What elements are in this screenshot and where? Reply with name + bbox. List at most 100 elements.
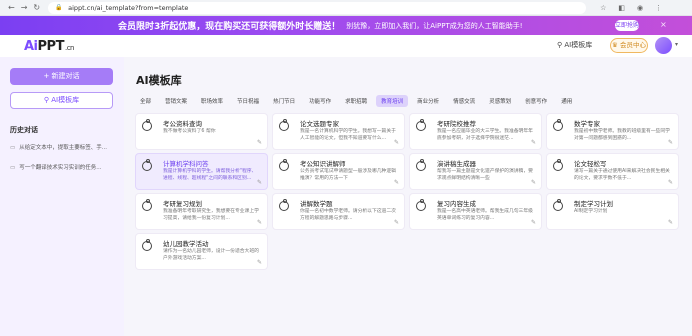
card-desc: AI制定学习计划: [574, 209, 608, 214]
edit-icon[interactable]: ✎: [394, 139, 399, 146]
card-title: 考公资料查询: [163, 120, 202, 128]
template-card[interactable]: 考公知识讲解师 公务员考试笔试申请题型一般涉及哪几种逻辑推演？常用的方法一下 ✎: [273, 154, 404, 189]
template-card[interactable]: 演讲稿生成器 帮我写一篇主题是文化遗产保护的演讲稿，要求观点鲜明结构清晰一些 ✎: [410, 154, 541, 189]
template-card[interactable]: 数学专家 我是初中数学老师。我教的班级里有一些同学对第一问题都感到困惑的... ✎: [547, 114, 678, 149]
template-card[interactable]: 幼儿园教学活动 请作为一名幼儿园老师，设计一份适合大班的户外游戏活动方案... ✎: [136, 234, 267, 269]
tab-category[interactable]: 节日祝福: [232, 95, 264, 107]
edit-icon[interactable]: ✎: [257, 139, 262, 146]
card-desc: 公务员考试笔试申请题型一般涉及哪几种逻辑推演？常用的方法一下: [300, 169, 396, 181]
chevron-down-icon[interactable]: ▾: [675, 41, 678, 48]
card-desc: 我是计算机学科的学生。请帮我分析"程序、进程、线程、超线程"之间的联系和区别..…: [163, 169, 257, 181]
card-desc: 我不做考公资料了6 帮你: [163, 129, 216, 134]
card-title: 数学专家: [574, 120, 600, 128]
avatar[interactable]: [655, 37, 672, 54]
template-lib-button[interactable]: ⚲ AI模板库: [10, 92, 113, 109]
card-title: 讲解数学题: [300, 200, 333, 208]
card-title: 论文轻松写: [574, 160, 607, 168]
history-item-text: 写一个翻译技术实习实训的任务...: [19, 165, 102, 171]
template-card[interactable]: 考公资料查询 我不做考公资料了6 帮你 ✎: [136, 114, 267, 149]
template-card[interactable]: 论文轻松写 请写一篇关于通过使用AI来解决社会民生相关的论文，要求字数不低于...…: [547, 154, 678, 189]
template-lib-label: AI模板库: [51, 96, 80, 104]
tab-category[interactable]: 营销文案: [160, 95, 192, 107]
extension-icon[interactable]: ◧: [618, 0, 625, 16]
edit-icon[interactable]: ✎: [531, 219, 536, 226]
template-card[interactable]: 计算机学科问答 我是计算机学科的学生。请帮我分析"程序、进程、线程、超线程"之间的…: [136, 154, 267, 189]
chat-icon: ▭: [10, 145, 16, 151]
card-desc: 我是一名高中英语老师。帮我生成几句三年级英语单词练习的复习内容...: [437, 209, 533, 221]
robot-icon: [279, 119, 289, 131]
card-title: 演讲稿生成器: [437, 160, 476, 168]
edit-icon[interactable]: ✎: [668, 219, 673, 226]
tab-category[interactable]: 创意写作: [520, 95, 552, 107]
tab-category[interactable]: 热门节日: [268, 95, 300, 107]
edit-icon[interactable]: ✎: [394, 179, 399, 186]
reload-icon[interactable]: ↻: [33, 0, 40, 16]
browser-actions: ☆ ◧ ◉ ⋮: [600, 0, 662, 16]
history-item[interactable]: ▭ 从给定文本中，提取主要标签、手...: [10, 143, 120, 151]
banner-sub: 别犹豫，立即加入我们，让AiPPT成为您的人工智能助手!: [346, 21, 523, 30]
star-icon[interactable]: ☆: [600, 0, 606, 16]
edit-icon[interactable]: ✎: [668, 139, 673, 146]
template-card[interactable]: 考研院校推荐 我是一名应届毕业的大三学生。我准备明年年底参加考研，对于选择学院很迷…: [410, 114, 541, 149]
template-card[interactable]: 论文选题专家 我是一名计算机科学的学生。我想写一篇关于人工智能的论文，但我不知道要…: [273, 114, 404, 149]
vip-center-button[interactable]: ♛ 会员中心: [610, 38, 648, 53]
robot-icon: [416, 159, 426, 171]
template-card[interactable]: 讲解数学题 你是一名初中数学老师。请分析以下这道二次方程的解题思路与步骤... ✎: [273, 194, 404, 229]
browser-nav: ← → ↻: [8, 0, 40, 16]
tab-category[interactable]: 教育培训: [376, 95, 409, 107]
robot-icon: [553, 199, 563, 211]
address-bar[interactable]: 🔒 aippt.cn/ai_template?from=template: [48, 1, 587, 14]
robot-icon: [553, 159, 563, 171]
tab-category[interactable]: 情感交流: [448, 95, 480, 107]
edit-icon[interactable]: ✎: [668, 179, 673, 186]
logo-ai: Ai: [24, 39, 38, 54]
card-desc: 请作为一名幼儿园老师，设计一份适合大班的户外游戏活动方案...: [163, 249, 259, 261]
tab-category[interactable]: 商业分析: [412, 95, 444, 107]
main-area: AI模板库 全部 营销文案 职场效率 节日祝福 热门节日 功能写作 求职招聘 教育培训 商业分析…: [124, 57, 692, 336]
robot-icon: [279, 199, 289, 211]
browser-bar: ← → ↻ 🔒 aippt.cn/ai_template?from=templat…: [0, 0, 692, 16]
edit-icon[interactable]: ✎: [394, 219, 399, 226]
buy-button[interactable]: 立即抢购: [615, 20, 639, 31]
edit-icon[interactable]: ✎: [531, 139, 536, 146]
back-icon[interactable]: ←: [8, 0, 15, 16]
logo-ppt: PPT: [37, 39, 65, 54]
tab-category[interactable]: 职场效率: [196, 95, 228, 107]
forward-icon[interactable]: →: [21, 0, 28, 16]
template-card[interactable]: 制定学习计划 AI制定学习计划 ✎: [547, 194, 678, 229]
logo[interactable]: AiPPT.cn: [24, 39, 74, 54]
profile-icon[interactable]: ◉: [637, 0, 643, 16]
top-bar: AiPPT.cn ⚲ AI模板库 ♛ 会员中心 ▾: [0, 35, 692, 57]
edit-icon[interactable]: ✎: [531, 179, 536, 186]
history-title: 历史对话: [10, 126, 38, 134]
tab-category[interactable]: 求职招聘: [340, 95, 372, 107]
robot-icon: [142, 159, 152, 171]
new-chat-button[interactable]: + 新建对话: [10, 68, 113, 85]
tab-category[interactable]: 全部: [135, 95, 156, 107]
category-tabs: 全部 营销文案 职场效率 节日祝福 热门节日 功能写作 求职招聘 教育培训 商业分析 情感交流 灵感…: [135, 95, 581, 107]
menu-icon[interactable]: ⋮: [655, 0, 662, 16]
tab-category[interactable]: 通用: [556, 95, 577, 107]
card-title: 幼儿园教学活动: [163, 240, 209, 248]
history-item[interactable]: ▭ 写一个翻译技术实习实训的任务...: [10, 163, 120, 171]
card-title: 考公知识讲解师: [300, 160, 346, 168]
edit-icon[interactable]: ✎: [257, 259, 262, 266]
template-card[interactable]: 考研复习规划 我准备明年考取研究生，我想要在专业课上学习提高，请给我一份复习计划.…: [136, 194, 267, 229]
close-icon[interactable]: ×: [660, 20, 667, 29]
tab-category[interactable]: 功能写作: [304, 95, 336, 107]
tab-category[interactable]: 灵感策划: [484, 95, 516, 107]
card-desc: 我是一名计算机科学的学生。我想写一篇关于人工智能的论文，但我不知道要写什么...: [300, 129, 396, 141]
edit-icon[interactable]: ✎: [257, 219, 262, 226]
robot-icon: [416, 119, 426, 131]
card-title: 制定学习计划: [574, 200, 613, 208]
card-title: 计算机学科问答: [163, 160, 209, 168]
crown-icon: ♛: [612, 41, 620, 49]
card-title: 考研复习规划: [163, 200, 202, 208]
sidebar: + 新建对话 ⚲ AI模板库 历史对话 ▭ 从给定文本中，提取主要标签、手... …: [0, 57, 124, 336]
robot-icon: [553, 119, 563, 131]
logo-suffix: .cn: [64, 44, 75, 52]
edit-icon[interactable]: ✎: [257, 179, 262, 186]
template-card[interactable]: 复习内容生成 我是一名高中英语老师。帮我生成几句三年级英语单词练习的复习内容...…: [410, 194, 541, 229]
topbar-lib-link[interactable]: ⚲ AI模板库: [557, 40, 592, 50]
card-desc: 你是一名初中数学老师。请分析以下这道二次方程的解题思路与步骤...: [300, 209, 396, 221]
